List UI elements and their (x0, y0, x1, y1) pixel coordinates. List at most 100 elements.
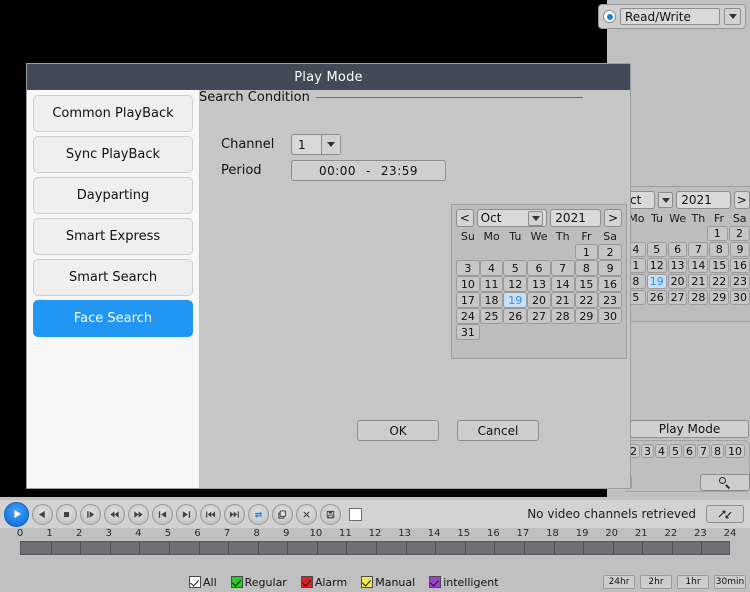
bg-calendar-day[interactable]: 14 (688, 258, 709, 273)
period-input[interactable]: 00:00 - 23:59 (291, 160, 446, 181)
legend-checkbox-regular[interactable] (230, 576, 243, 588)
bg-channel-number[interactable]: 6 (683, 444, 696, 458)
calendar-day[interactable]: 31 (456, 324, 480, 340)
legend-item[interactable]: Manual (361, 576, 415, 589)
calendar-day[interactable]: 7 (550, 260, 575, 276)
calendar-day[interactable]: 24 (456, 308, 480, 324)
bg-channel-number[interactable]: 7 (697, 444, 710, 458)
legend-checkbox-intelligent[interactable] (429, 576, 442, 588)
chevron-down-icon[interactable] (528, 210, 544, 226)
calendar-day[interactable]: 28 (550, 308, 575, 324)
cancel-button[interactable]: Cancel (457, 420, 539, 441)
bg-calendar-day[interactable]: 27 (667, 290, 688, 305)
bg-calendar-day[interactable]: 15 (709, 258, 730, 273)
bg-calendar-day[interactable]: 13 (667, 258, 688, 273)
calendar-day[interactable]: 21 (550, 292, 575, 308)
sidebar-item-smart-express[interactable]: Smart Express (33, 218, 193, 255)
calendar-day[interactable]: 8 (574, 260, 599, 276)
bg-play-mode-button[interactable]: Play Mode (630, 420, 749, 438)
legend-item[interactable]: All (189, 576, 217, 589)
legend-item[interactable]: Regular (230, 576, 287, 589)
bg-calendar-day[interactable]: 19 (646, 274, 667, 289)
read-write-selector[interactable]: Read/Write (598, 4, 746, 29)
calendar-day[interactable]: 12 (503, 276, 528, 292)
bg-calendar-day[interactable]: 23 (730, 274, 750, 289)
chevron-down-icon[interactable] (321, 135, 340, 154)
snapshot-button[interactable] (272, 503, 293, 525)
timescale-button-30min[interactable]: 30min (714, 575, 746, 589)
timescale-button-2hr[interactable]: 2hr (640, 575, 672, 589)
legend-checkbox-all[interactable] (189, 576, 201, 588)
calendar-day[interactable]: 1 (574, 244, 599, 260)
previous-file-button[interactable] (200, 503, 221, 525)
bg-calendar-day[interactable] (687, 226, 706, 241)
timescale-button-24hr[interactable]: 24hr (603, 575, 635, 589)
bg-calendar-day[interactable]: 2 (728, 226, 750, 241)
calendar-day[interactable]: 20 (527, 292, 551, 308)
bg-calendar-day[interactable]: 29 (709, 290, 730, 305)
sidebar-item-sync-playback[interactable]: Sync PlayBack (33, 136, 193, 173)
calendar-day[interactable]: 11 (479, 276, 504, 292)
legend-checkbox-manual[interactable] (361, 576, 374, 588)
bg-channel-number[interactable]: 8 (711, 444, 724, 458)
bg-search-button[interactable] (700, 474, 750, 491)
bg-calendar-day[interactable]: 26 (646, 290, 667, 305)
sidebar-item-face-search[interactable]: Face Search (33, 300, 193, 337)
sidebar-item-dayparting[interactable]: Dayparting (33, 177, 193, 214)
bg-channel-number[interactable]: 10 (725, 444, 745, 458)
calendar-day[interactable]: 9 (598, 260, 622, 276)
calendar-day[interactable]: 26 (503, 308, 528, 324)
bg-calendar-day[interactable]: 28 (688, 290, 709, 305)
bg-cal-next-button[interactable]: > (733, 191, 750, 209)
calendar-day[interactable]: 15 (574, 276, 599, 292)
calendar-month-select[interactable]: Oct (476, 209, 548, 227)
calendar-day[interactable]: 13 (527, 276, 551, 292)
bg-calendar-day[interactable] (666, 226, 685, 241)
timeline[interactable]: 0 1 2 3 4 5 6 7 8 9 10 11 12 13 14 15 16 17 18 19 20 21 22 23 24 (0, 528, 750, 560)
slow-play-button[interactable] (80, 503, 101, 525)
legend-checkbox-alarm[interactable] (300, 576, 313, 588)
calendar-day[interactable]: 2 (598, 244, 622, 260)
calendar-day[interactable]: 18 (479, 292, 504, 308)
bg-calendar-day[interactable]: 8 (709, 242, 730, 257)
calendar-day-selected[interactable]: 19 (503, 292, 528, 308)
fast-forward-button[interactable] (128, 503, 149, 525)
calendar-day[interactable]: 25 (479, 308, 504, 324)
square-checkbox-icon[interactable] (349, 507, 362, 521)
bg-calendar-day[interactable]: 20 (667, 274, 688, 289)
bg-calendar-day[interactable]: 30 (730, 290, 750, 305)
sidebar-item-common-playback[interactable]: Common PlayBack (33, 95, 193, 132)
bg-calendar-day[interactable]: 12 (646, 258, 667, 273)
calendar-year-input[interactable]: 2021 (550, 209, 602, 227)
save-button[interactable] (320, 503, 341, 525)
bg-calendar-day[interactable]: 9 (730, 242, 750, 257)
read-write-value[interactable]: Read/Write (620, 8, 720, 25)
calendar-day[interactable]: 5 (503, 260, 528, 276)
bg-calendar-day[interactable]: 6 (667, 242, 688, 257)
bg-calendar-day[interactable]: 16 (730, 258, 750, 273)
calendar-prev-month-button[interactable]: < (456, 209, 474, 227)
calendar-day[interactable]: 23 (598, 292, 622, 308)
bg-cal-year[interactable]: 2021 (676, 191, 731, 209)
calendar-day[interactable]: 17 (456, 292, 480, 308)
calendar-day[interactable]: 27 (527, 308, 551, 324)
bg-calendar-day[interactable]: 5 (646, 242, 667, 257)
bg-calendar-day[interactable]: 1 (706, 226, 728, 241)
radio-selected-icon[interactable] (603, 10, 616, 23)
timescale-button-1hr[interactable]: 1hr (677, 575, 709, 589)
calendar-day[interactable]: 3 (456, 260, 480, 276)
ok-button[interactable]: OK (357, 420, 439, 441)
calendar-day[interactable]: 4 (479, 260, 504, 276)
calendar-day[interactable]: 29 (574, 308, 599, 324)
bg-calendar-day[interactable]: 22 (709, 274, 730, 289)
clip-record-button[interactable] (248, 503, 269, 525)
calendar-day[interactable]: 10 (456, 276, 480, 292)
reverse-play-button[interactable] (32, 503, 53, 525)
sidebar-item-smart-search[interactable]: Smart Search (33, 259, 193, 296)
legend-item[interactable]: intelligent (429, 576, 499, 589)
calendar-next-month-button[interactable]: > (604, 209, 622, 227)
bg-cal-month[interactable]: ct (626, 191, 656, 209)
play-button[interactable] (4, 501, 29, 527)
bg-calendar-day[interactable]: 7 (688, 242, 709, 257)
bg-channel-number[interactable]: 5 (669, 444, 682, 458)
